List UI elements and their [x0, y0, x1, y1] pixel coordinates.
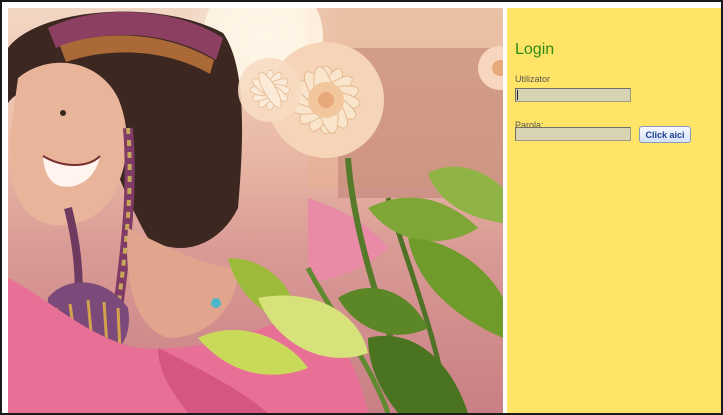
- page-frame: Login Utilizator Parola: Click aici: [0, 0, 723, 415]
- username-label: Utilizator: [515, 74, 551, 84]
- submit-button[interactable]: Click aici: [639, 126, 691, 143]
- username-input[interactable]: [515, 88, 631, 102]
- woman-with-flowers-image: [8, 8, 503, 413]
- text-cursor: [517, 90, 518, 100]
- login-title: Login: [515, 41, 555, 58]
- password-input[interactable]: [515, 127, 631, 141]
- hero-photo: [8, 8, 503, 413]
- login-panel: Login Utilizator Parola: Click aici: [507, 8, 721, 413]
